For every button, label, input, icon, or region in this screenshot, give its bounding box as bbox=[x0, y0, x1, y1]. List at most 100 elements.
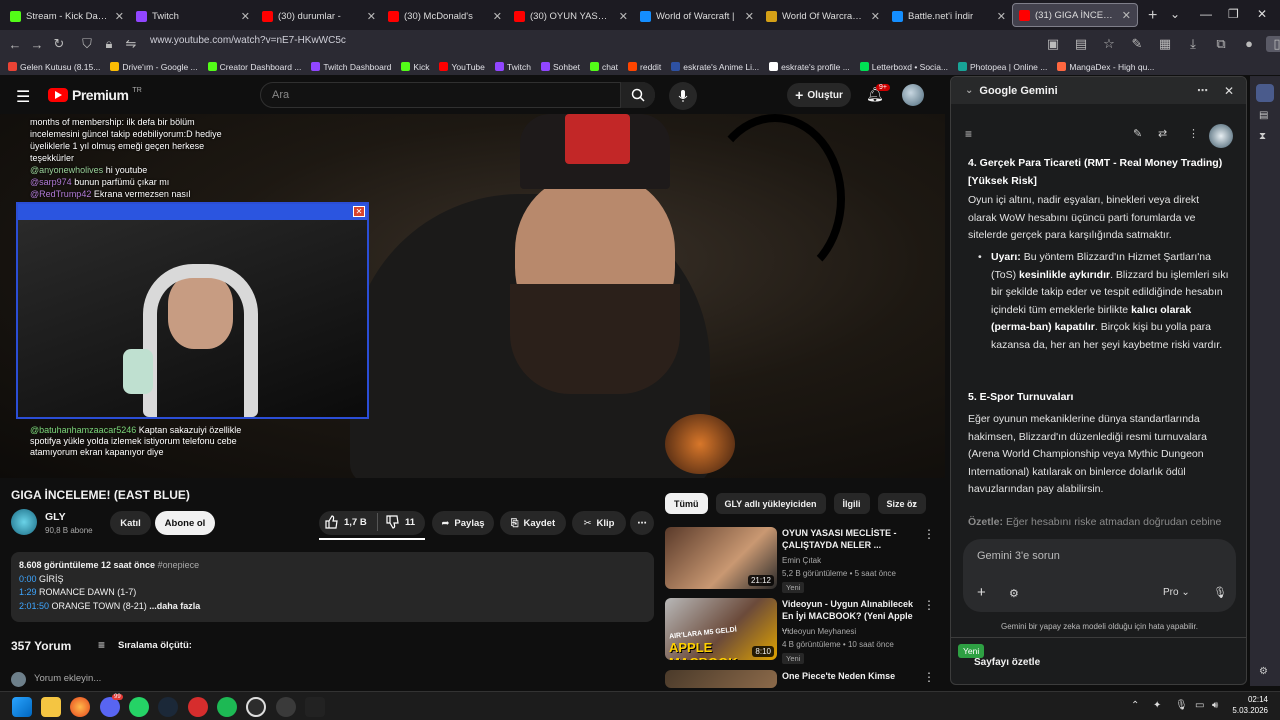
settings-icon[interactable] bbox=[276, 697, 296, 717]
reload-icon[interactable]: ↻ bbox=[48, 36, 70, 52]
gemini-menu-icon[interactable]: ≡ bbox=[965, 127, 972, 141]
tray-mic-icon[interactable]: 🎙︎ bbox=[1175, 700, 1188, 711]
voice-search-button[interactable] bbox=[669, 82, 697, 110]
chevron-down-icon[interactable]: ⌄ bbox=[965, 85, 973, 96]
extension2-icon[interactable]: ▦ bbox=[1154, 36, 1176, 52]
search-input[interactable]: Ara bbox=[260, 82, 655, 108]
save-button[interactable]: ⎘ Kaydet bbox=[500, 511, 566, 535]
new-tab-button[interactable]: + bbox=[1138, 2, 1167, 30]
model-selector[interactable]: Pro ⌄ bbox=[1163, 587, 1190, 598]
sort-icon[interactable]: ≡ bbox=[98, 638, 105, 652]
screenshot-icon[interactable]: ▣ bbox=[1042, 36, 1064, 52]
bookmark-item[interactable]: Drive'ım - Google ... bbox=[110, 62, 198, 72]
browser-tab[interactable]: World of Warcraft | ✕ bbox=[634, 2, 760, 30]
subscribe-button[interactable]: Abone ol bbox=[155, 511, 215, 535]
chevron-right-icon[interactable]: › bbox=[912, 497, 916, 511]
capcut-icon[interactable] bbox=[305, 697, 325, 717]
video-thumbnail[interactable]: AIR'LARA M5 GELDİAPPLE MACBOOK8:10 bbox=[665, 598, 777, 660]
bookmark-item[interactable]: MangaDex - High qu... bbox=[1057, 62, 1154, 72]
url-bar[interactable]: www.youtube.com/watch?v=nE7-HKwWC5c bbox=[150, 35, 346, 46]
clock-date[interactable]: 5.03.2026 bbox=[1226, 706, 1268, 715]
microphone-icon[interactable]: 🎙︎ bbox=[1213, 586, 1227, 599]
tab-close-icon[interactable]: ✕ bbox=[241, 10, 250, 23]
recommended-video[interactable]: 21:12 OYUN YASASI MECLİSTE - ÇALIŞTAYDA N… bbox=[665, 527, 945, 597]
video-thumbnail[interactable] bbox=[665, 670, 777, 688]
tab-close-icon[interactable]: ✕ bbox=[1122, 9, 1131, 22]
share-button[interactable]: ➦ Paylaş bbox=[432, 511, 494, 535]
tab-close-icon[interactable]: ✕ bbox=[367, 10, 376, 23]
like-button[interactable]: 1,7 B bbox=[325, 515, 367, 529]
app-icon[interactable] bbox=[188, 697, 208, 717]
tray-app-icon[interactable]: ✦ bbox=[1153, 700, 1161, 711]
file-explorer-icon[interactable] bbox=[41, 697, 61, 717]
dislike-button[interactable]: 11 bbox=[386, 515, 415, 529]
tray-volume-icon[interactable]: 🔊︎ bbox=[1212, 700, 1218, 711]
video-menu-icon[interactable]: ⋮ bbox=[923, 670, 935, 684]
recommended-video[interactable]: One Piece'te Neden Kimse ⋮ bbox=[665, 670, 945, 688]
tab-close-icon[interactable]: ✕ bbox=[997, 10, 1006, 23]
video-channel[interactable]: Emin Çıtak bbox=[782, 556, 821, 565]
download-icon[interactable]: ⤓ bbox=[1182, 36, 1204, 52]
recommended-video[interactable]: AIR'LARA M5 GELDİAPPLE MACBOOK8:10 Videoy… bbox=[665, 598, 945, 668]
minimize-button[interactable]: — bbox=[1200, 7, 1212, 21]
reader-icon[interactable]: ▤ bbox=[1070, 36, 1092, 52]
channel-name[interactable]: GLY bbox=[45, 511, 66, 523]
browser-tab[interactable]: (30) OYUN YASASI ✕ bbox=[508, 2, 634, 30]
puzzle-icon[interactable]: ⧉ bbox=[1210, 36, 1232, 52]
channel-avatar[interactable] bbox=[11, 509, 37, 535]
show-more-link[interactable]: ...daha fazla bbox=[149, 601, 200, 611]
bookmark-item[interactable]: eskrate's profile ... bbox=[769, 62, 850, 72]
sidebar-settings-icon[interactable]: ⚙ bbox=[1259, 666, 1268, 677]
clock-time[interactable]: 02:14 bbox=[1233, 695, 1268, 704]
tab-close-icon[interactable]: ✕ bbox=[871, 10, 880, 23]
prompt-placeholder[interactable]: Gemini 3'e sorun bbox=[977, 550, 1060, 562]
hamburger-menu-icon[interactable]: ☰ bbox=[16, 87, 30, 107]
video-title[interactable]: OYUN YASASI MECLİSTE - ÇALIŞTAYDA NELER … bbox=[782, 527, 922, 551]
discord-icon[interactable] bbox=[100, 697, 120, 717]
account-avatar[interactable] bbox=[902, 84, 924, 106]
sidebar-history-icon[interactable]: ⧗ bbox=[1259, 131, 1266, 142]
bookmark-item[interactable]: reddit bbox=[628, 62, 661, 72]
bookmark-item[interactable]: Sohbet bbox=[540, 62, 580, 72]
gemini-prompt-box[interactable]: Gemini 3'e sorun + ⚙ Pro ⌄ 🎙︎ bbox=[963, 539, 1236, 612]
comment-input[interactable]: Yorum ekleyin... bbox=[34, 673, 101, 684]
obs-icon[interactable] bbox=[246, 697, 266, 717]
browser-tab[interactable]: (31) GIGA İNCELEME! ✕ bbox=[1012, 3, 1138, 27]
new-chat-icon[interactable]: ✎ bbox=[1133, 127, 1142, 140]
video-menu-icon[interactable]: ⋮ bbox=[923, 598, 935, 612]
bookmark-item[interactable]: Kick bbox=[401, 62, 429, 72]
sidebar-toggle-icon[interactable]: ▯ bbox=[1266, 36, 1280, 52]
bookmark-star-icon[interactable]: ☆ bbox=[1098, 36, 1120, 52]
bookmark-item[interactable]: Photopea | Online ... bbox=[958, 62, 1047, 72]
filter-chip[interactable]: İlgili bbox=[833, 493, 870, 514]
video-channel[interactable]: Videoyun Meyhanesi bbox=[782, 627, 856, 636]
browser-tab[interactable]: Stream - Kick Dashb ✕ bbox=[4, 2, 130, 30]
video-thumbnail[interactable]: 21:12 bbox=[665, 527, 777, 589]
profile-icon[interactable]: ● bbox=[1238, 36, 1260, 52]
close-icon[interactable]: ✕ bbox=[1224, 84, 1234, 98]
start-icon[interactable] bbox=[12, 697, 32, 717]
create-button[interactable]: + Oluştur bbox=[787, 83, 851, 107]
youtube-logo[interactable]: Premium TR bbox=[48, 87, 142, 103]
whatsapp-icon[interactable] bbox=[129, 697, 149, 717]
tab-close-icon[interactable]: ✕ bbox=[619, 10, 628, 23]
more-options-icon[interactable]: ⋯ bbox=[1197, 84, 1208, 97]
filter-chip[interactable]: Size öz bbox=[877, 493, 927, 514]
search-button[interactable] bbox=[620, 82, 655, 108]
close-icon[interactable]: ✕ bbox=[353, 206, 365, 217]
filter-chip[interactable]: GLY adlı yükleyiciden bbox=[715, 493, 826, 514]
firefox-icon[interactable] bbox=[70, 697, 90, 717]
browser-tab[interactable]: Battle.net'i İndir ✕ bbox=[886, 2, 1012, 30]
permissions-icon[interactable]: ⇋ bbox=[120, 36, 142, 52]
tab-close-icon[interactable]: ✕ bbox=[115, 10, 124, 23]
tray-network-icon[interactable]: ▭ bbox=[1195, 700, 1204, 711]
add-icon[interactable]: + bbox=[977, 584, 986, 601]
chapter-timestamp[interactable]: 2:01:50 bbox=[19, 601, 49, 611]
gemini-avatar[interactable] bbox=[1209, 124, 1233, 148]
chapter-timestamp[interactable]: 0:00 bbox=[19, 574, 37, 584]
close-window-button[interactable]: ✕ bbox=[1257, 7, 1267, 21]
bookmark-item[interactable]: Gelen Kutusu (8.15... bbox=[8, 62, 100, 72]
bookmark-item[interactable]: Twitch Dashboard bbox=[311, 62, 391, 72]
spotify-icon[interactable] bbox=[217, 697, 237, 717]
browser-tab[interactable]: World Of Warcraft Gü ✕ bbox=[760, 2, 886, 30]
